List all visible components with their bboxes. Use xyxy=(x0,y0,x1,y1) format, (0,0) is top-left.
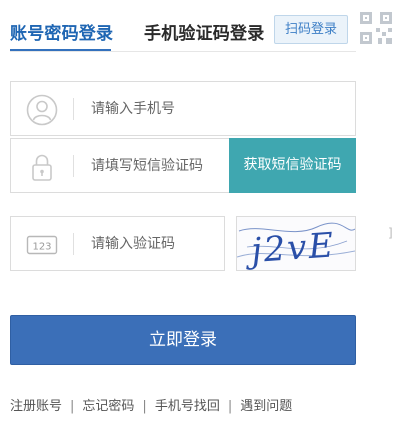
help-link[interactable]: 遇到问题 xyxy=(240,399,292,414)
phone-input[interactable] xyxy=(91,82,271,135)
qr-code-icon[interactable] xyxy=(358,10,394,46)
phone-row xyxy=(10,81,356,136)
captcha-image[interactable]: j2vE xyxy=(236,216,356,271)
footer-separator: | xyxy=(70,399,75,414)
captcha-123-icon: 123 xyxy=(26,229,58,261)
captcha-row: 123 xyxy=(10,216,225,271)
register-link[interactable]: 注册账号 xyxy=(10,399,62,414)
phone-recover-link[interactable]: 手机号找回 xyxy=(155,399,220,414)
clipped-edge-glyph: ] xyxy=(388,226,393,240)
svg-text:j2vE: j2vE xyxy=(243,225,337,270)
footer-separator: | xyxy=(142,399,147,414)
sms-separator xyxy=(73,155,74,177)
login-button[interactable]: 立即登录 xyxy=(10,315,356,365)
tabs-divider xyxy=(10,51,356,52)
captcha-separator xyxy=(73,233,74,255)
captcha-input[interactable] xyxy=(91,217,211,270)
get-sms-code-button[interactable]: 获取短信验证码 xyxy=(229,138,356,193)
footer-separator: | xyxy=(227,399,233,414)
qr-login-badge[interactable]: 扫码登录 xyxy=(274,15,348,44)
sms-row: 获取短信验证码 xyxy=(10,138,356,193)
phone-separator xyxy=(73,98,74,120)
footer-links: 注册账号 | 忘记密码 | 手机号找回 | 遇到问题 xyxy=(10,395,292,414)
tab-account-password-login[interactable]: 账号密码登录 xyxy=(10,19,113,44)
tab-phone-code-login[interactable]: 手机验证码登录 xyxy=(144,19,264,44)
svg-text:123: 123 xyxy=(32,242,51,253)
user-icon xyxy=(26,94,58,126)
forgot-password-link[interactable]: 忘记密码 xyxy=(82,399,134,414)
lock-icon xyxy=(26,151,58,183)
